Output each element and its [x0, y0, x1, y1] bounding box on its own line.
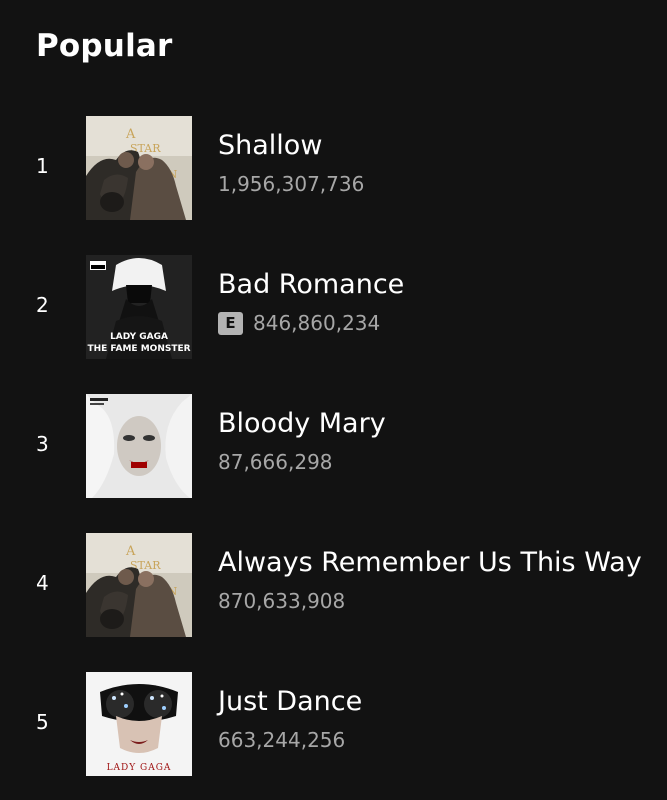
track-row[interactable]: 5 LADY GAGA Just Dance 663,244,256	[0, 670, 667, 776]
play-count: 846,860,234	[253, 311, 381, 335]
play-count: 1,956,307,736	[218, 172, 365, 196]
track-rank: 1	[36, 154, 49, 178]
track-rank: 4	[36, 571, 49, 595]
play-count: 663,244,256	[218, 728, 346, 752]
album-cover-image: LADY GAGA	[86, 672, 192, 776]
track-row[interactable]: 4 A STAR IS BORN Always Remember Us This…	[0, 531, 667, 637]
track-meta: 87,666,298	[218, 450, 333, 474]
track-row[interactable]: 3 Bloody Mary 87,666,298	[0, 392, 667, 498]
album-cover-image	[86, 394, 192, 498]
track-title[interactable]: Shallow	[218, 130, 322, 161]
cover-artist-text: LADY GAGA	[110, 332, 168, 342]
track-title[interactable]: Always Remember Us This Way	[218, 547, 642, 578]
track-title[interactable]: Just Dance	[218, 686, 362, 717]
album-cover-image: A STAR IS BORN	[86, 533, 192, 637]
track-meta: E 846,860,234	[218, 311, 380, 335]
track-row[interactable]: 1 A STAR IS BORN Shallow 1,956,307,736	[0, 114, 667, 220]
cover-artist-text: LADY GAGA	[107, 763, 172, 773]
track-rank: 3	[36, 432, 49, 456]
album-cover-image: LADY GAGA THE FAME MONSTER	[86, 255, 192, 359]
track-rank: 5	[36, 710, 49, 734]
album-cover-image: A STAR IS BORN	[86, 116, 192, 220]
track-rank: 2	[36, 293, 49, 317]
cover-album-text: THE FAME MONSTER	[87, 344, 190, 354]
track-meta: 870,633,908	[218, 589, 345, 613]
svg-text:A: A	[125, 544, 136, 559]
explicit-badge: E	[218, 311, 243, 335]
play-count: 87,666,298	[218, 450, 333, 474]
track-title[interactable]: Bad Romance	[218, 269, 404, 300]
section-title: Popular	[36, 28, 173, 64]
track-meta: 1,956,307,736	[218, 172, 364, 196]
svg-text:A: A	[125, 127, 136, 142]
play-count: 870,633,908	[218, 589, 346, 613]
track-row[interactable]: 2 LADY GAGA THE FAME MONSTER Bad Romance…	[0, 253, 667, 359]
track-meta: 663,244,256	[218, 728, 345, 752]
track-title[interactable]: Bloody Mary	[218, 408, 386, 439]
